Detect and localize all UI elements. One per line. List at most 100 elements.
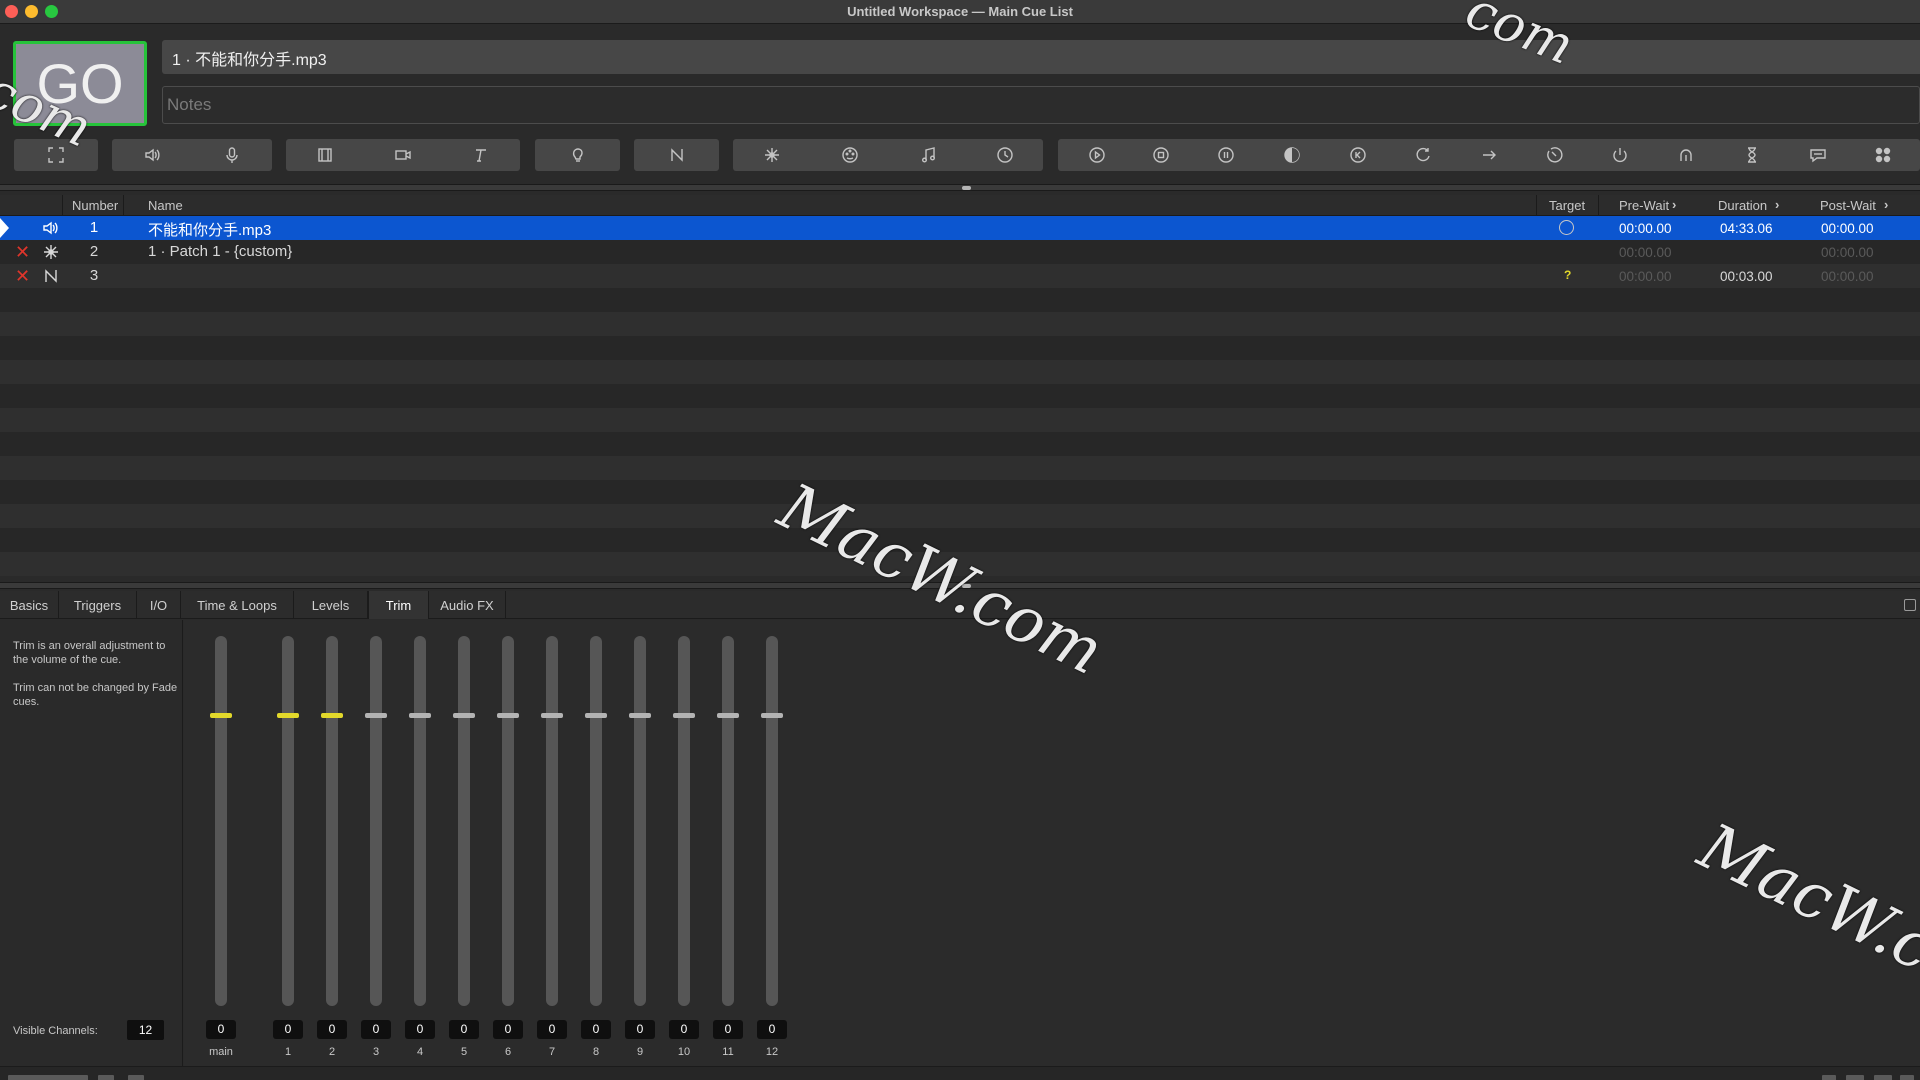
cue-post-wait[interactable]: 00:00.00	[1821, 245, 1874, 260]
cue-pre-wait[interactable]: 00:00.00	[1619, 245, 1672, 260]
cue-target[interactable]: ?	[1564, 268, 1571, 282]
load-icon[interactable]	[1264, 139, 1320, 171]
header-post-wait[interactable]: Post-Wait	[1820, 198, 1876, 213]
fader-track[interactable]	[717, 636, 739, 1006]
fader-value[interactable]: 0	[206, 1020, 236, 1039]
fader-value[interactable]: 0	[713, 1020, 743, 1039]
fader-value[interactable]: 0	[757, 1020, 787, 1039]
fader-track[interactable]	[321, 636, 343, 1006]
fader-track[interactable]	[541, 636, 563, 1006]
fader-handle[interactable]	[541, 713, 563, 718]
pause-icon[interactable]	[1198, 139, 1254, 171]
header-number[interactable]: Number	[72, 198, 118, 213]
midi-icon[interactable]	[811, 139, 889, 171]
fader-track[interactable]	[629, 636, 651, 1006]
fader-value[interactable]: 0	[317, 1020, 347, 1039]
top-splitter[interactable]	[0, 184, 1920, 191]
cue-pre-wait[interactable]: 00:00.00	[1619, 221, 1672, 236]
fader-track[interactable]	[365, 636, 387, 1006]
tab-io[interactable]: I/O	[137, 591, 181, 619]
light-icon[interactable]	[535, 139, 620, 171]
notes-field[interactable]	[162, 86, 1920, 124]
fader-track-main[interactable]	[210, 636, 232, 1006]
fader-track[interactable]	[761, 636, 783, 1006]
header-name[interactable]: Name	[148, 198, 183, 213]
header-duration[interactable]: Duration	[1718, 198, 1767, 213]
script-icon[interactable]	[1855, 139, 1911, 171]
fader-track[interactable]	[409, 636, 431, 1006]
mic-icon[interactable]	[192, 139, 272, 171]
fader-handle[interactable]	[453, 713, 475, 718]
inspector-splitter[interactable]	[0, 582, 1920, 589]
cue-pre-wait[interactable]: 00:00.00	[1619, 269, 1672, 284]
camera-icon[interactable]	[364, 139, 442, 171]
fader-handle[interactable]	[321, 713, 343, 718]
stop-icon[interactable]	[1133, 139, 1189, 171]
settings-icon[interactable]	[128, 1075, 144, 1080]
devamp-icon[interactable]	[1395, 139, 1451, 171]
fader-handle[interactable]	[277, 713, 299, 718]
fader-track[interactable]	[497, 636, 519, 1006]
fader-track[interactable]	[673, 636, 695, 1006]
fader-handle[interactable]	[497, 713, 519, 718]
reset-icon[interactable]	[1330, 139, 1386, 171]
header-target[interactable]: Target	[1549, 198, 1585, 213]
cue-duration[interactable]: 00:03.00	[1720, 269, 1773, 284]
fade-icon[interactable]	[634, 139, 719, 171]
fader-handle[interactable]	[409, 713, 431, 718]
tab-basics[interactable]: Basics	[0, 591, 59, 619]
cue-duration[interactable]: 04:33.06	[1720, 221, 1773, 236]
cue-row[interactable]: ✕ 3 ? 00:00.00 00:03.00 00:00.00	[0, 264, 1920, 288]
fader-track[interactable]	[585, 636, 607, 1006]
list-icon[interactable]	[98, 1075, 114, 1080]
expand-inspector-icon[interactable]	[1904, 599, 1916, 611]
group-icon[interactable]	[14, 139, 98, 171]
network-icon[interactable]	[733, 139, 811, 171]
fader-value[interactable]: 0	[361, 1020, 391, 1039]
fader-value[interactable]: 0	[449, 1020, 479, 1039]
goto-icon[interactable]	[1461, 139, 1517, 171]
tab-time-loops[interactable]: Time & Loops	[181, 591, 294, 619]
cue-post-wait[interactable]: 00:00.00	[1821, 269, 1874, 284]
sidebar-icon[interactable]	[1846, 1075, 1864, 1080]
current-cue-title[interactable]: 1 · 不能和你分手.mp3	[162, 40, 1920, 74]
cue-name[interactable]: 1 · Patch 1 - {custom}	[148, 243, 292, 260]
music-icon[interactable]	[889, 139, 966, 171]
tab-triggers[interactable]: Triggers	[59, 591, 137, 619]
cue-post-wait[interactable]: 00:00.00	[1821, 221, 1874, 236]
tab-levels[interactable]: Levels	[294, 591, 368, 619]
fader-handle[interactable]	[629, 713, 651, 718]
go-button[interactable]: GO	[13, 41, 147, 126]
text-icon[interactable]	[442, 139, 520, 171]
status-item[interactable]	[8, 1075, 88, 1080]
fader-track[interactable]	[277, 636, 299, 1006]
arm-icon[interactable]	[1592, 139, 1648, 171]
fader-handle[interactable]	[585, 713, 607, 718]
timecode-icon[interactable]	[966, 139, 1043, 171]
memo-icon[interactable]	[1790, 139, 1846, 171]
tab-audio-fx[interactable]: Audio FX	[429, 591, 506, 619]
visible-channels-field[interactable]: 12	[127, 1020, 164, 1040]
cue-row[interactable]: 1 不能和你分手.mp3 00:00.00 04:33.06 00:00.00	[0, 216, 1920, 240]
fader-value[interactable]: 0	[625, 1020, 655, 1039]
layout-icon[interactable]	[1874, 1075, 1892, 1080]
fader-track[interactable]	[453, 636, 475, 1006]
cue-name[interactable]: 不能和你分手.mp3	[148, 219, 271, 240]
fader-value[interactable]: 0	[493, 1020, 523, 1039]
wait-icon[interactable]	[1724, 139, 1780, 171]
gear-icon[interactable]	[1900, 1075, 1914, 1080]
target-icon[interactable]	[1559, 220, 1574, 235]
start-icon[interactable]	[1069, 139, 1125, 171]
target-icon[interactable]	[1526, 139, 1582, 171]
warning-icon[interactable]	[1822, 1075, 1836, 1080]
video-icon[interactable]	[286, 139, 364, 171]
fader-value[interactable]: 0	[273, 1020, 303, 1039]
tab-trim[interactable]: Trim	[368, 591, 429, 619]
fader-handle[interactable]	[210, 713, 232, 718]
fader-value[interactable]: 0	[669, 1020, 699, 1039]
fader-value[interactable]: 0	[581, 1020, 611, 1039]
fader-handle[interactable]	[761, 713, 783, 718]
fader-handle[interactable]	[673, 713, 695, 718]
audio-icon[interactable]	[112, 139, 192, 171]
cue-row[interactable]: ✕ 2 1 · Patch 1 - {custom} 00:00.00 00:0…	[0, 240, 1920, 264]
